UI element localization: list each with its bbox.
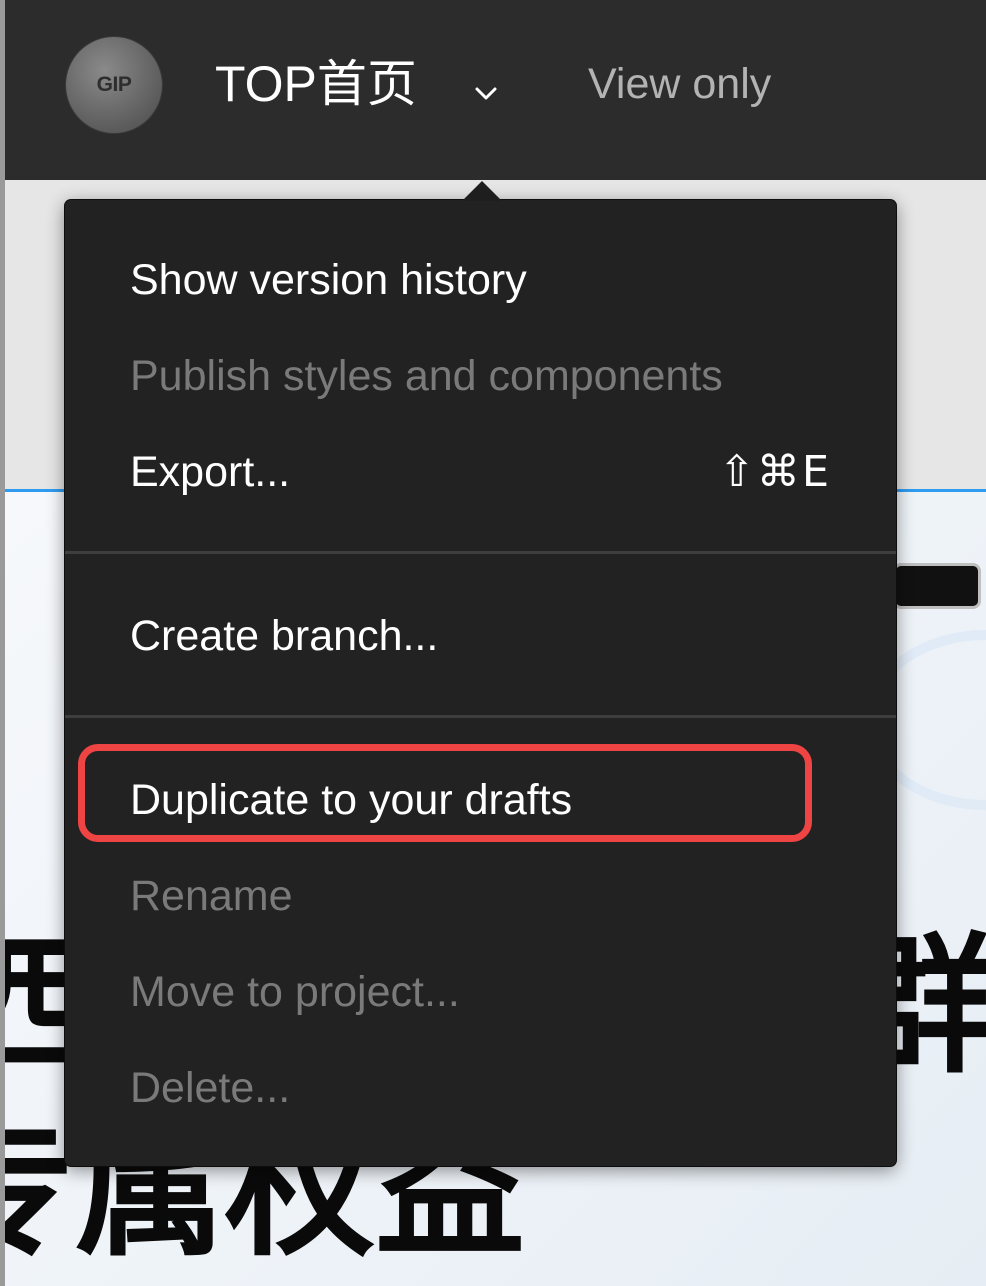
file-dropdown-menu: Show version history Publish styles and … — [65, 200, 896, 1166]
view-only-label: View only — [588, 60, 772, 108]
menu-item-rename: Rename — [130, 872, 293, 920]
menu-item-create-branch[interactable]: Create branch... — [130, 606, 830, 666]
file-title[interactable]: TOP首页 — [215, 52, 417, 116]
window-edge — [0, 0, 5, 1286]
chevron-down-icon[interactable] — [473, 80, 499, 106]
menu-item-publish-styles: Publish styles and components — [130, 352, 723, 400]
highlight-annotation — [78, 744, 812, 842]
avatar[interactable]: GIP — [66, 37, 162, 133]
avatar-initials: GIP — [96, 73, 132, 96]
menu-separator — [65, 551, 896, 554]
menu-caret — [462, 181, 502, 201]
export-shortcut: ⇧⌘E — [718, 447, 831, 497]
menu-item-show-version-history[interactable]: Show version history — [130, 250, 830, 310]
canvas-toggle-shape — [893, 563, 981, 609]
menu-separator — [65, 715, 896, 718]
menu-item-delete: Delete... — [130, 1064, 291, 1112]
menu-item-move-to-project: Move to project... — [130, 968, 460, 1016]
top-toolbar: GIP TOP首页 View only — [5, 0, 986, 180]
